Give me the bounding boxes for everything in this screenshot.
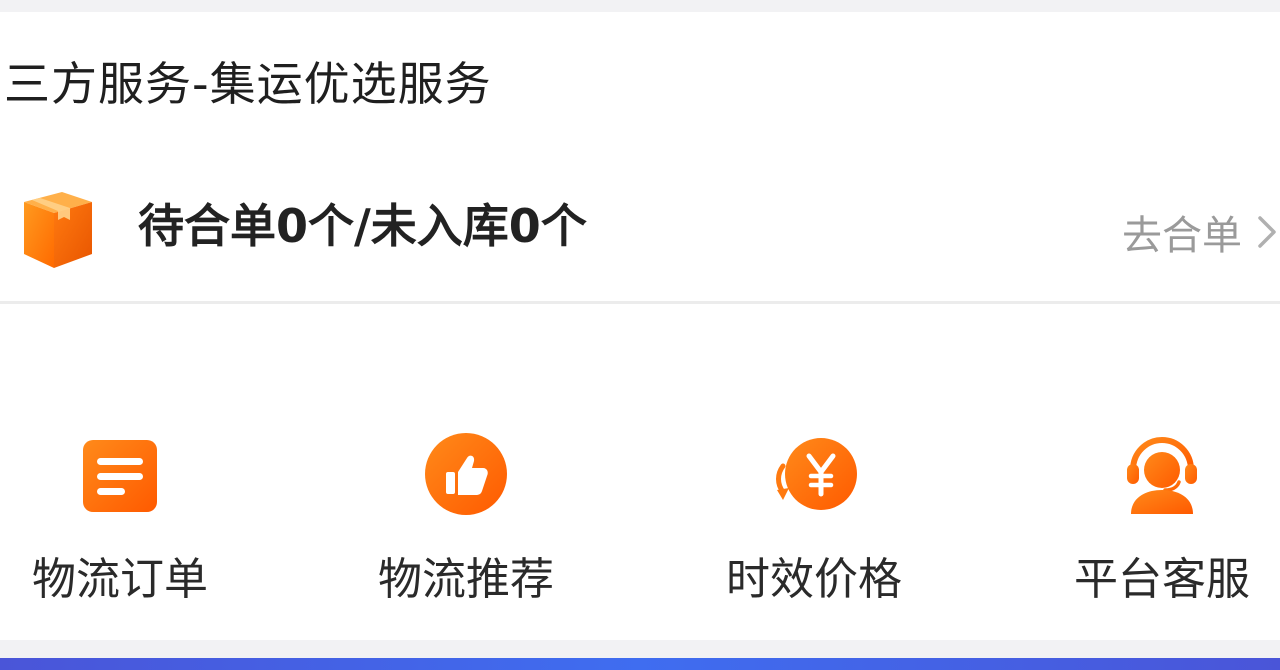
service-card: 三方服务-集运优选服务 待合单0个/未入库0个 去合单 物流订单 物流推荐 时效… [0, 12, 1280, 640]
merge-status-text: 待合单0个/未入库0个 [138, 199, 587, 253]
package-box-icon [24, 192, 92, 268]
service-timeliness-price[interactable]: 时效价格 [684, 412, 944, 612]
service-logistics-recommend[interactable]: 物流推荐 [336, 412, 596, 612]
service-platform-support[interactable]: 平台客服 [1032, 412, 1280, 612]
thumbs-up-icon [425, 433, 507, 515]
order-list-icon [83, 440, 157, 512]
go-merge-label: 去合单 [1122, 213, 1242, 259]
service-label: 物流订单 [32, 554, 208, 605]
yuan-price-icon [776, 438, 857, 510]
merge-status-row[interactable]: 待合单0个/未入库0个 去合单 [0, 172, 1280, 282]
section-title: 三方服务-集运优选服务 [4, 57, 492, 111]
section-divider [0, 301, 1280, 304]
service-logistics-orders[interactable]: 物流订单 [0, 412, 250, 612]
service-grid: 物流订单 物流推荐 时效价格 平台客服 [0, 412, 1280, 612]
chevron-right-icon [1258, 216, 1276, 248]
bottom-accent-bar [0, 658, 1280, 670]
service-label: 物流推荐 [378, 554, 554, 605]
customer-service-headset-icon [1127, 436, 1197, 514]
go-merge-link[interactable]: 去合单 [1122, 204, 1280, 260]
service-label: 时效价格 [726, 554, 902, 605]
service-label: 平台客服 [1074, 554, 1250, 605]
